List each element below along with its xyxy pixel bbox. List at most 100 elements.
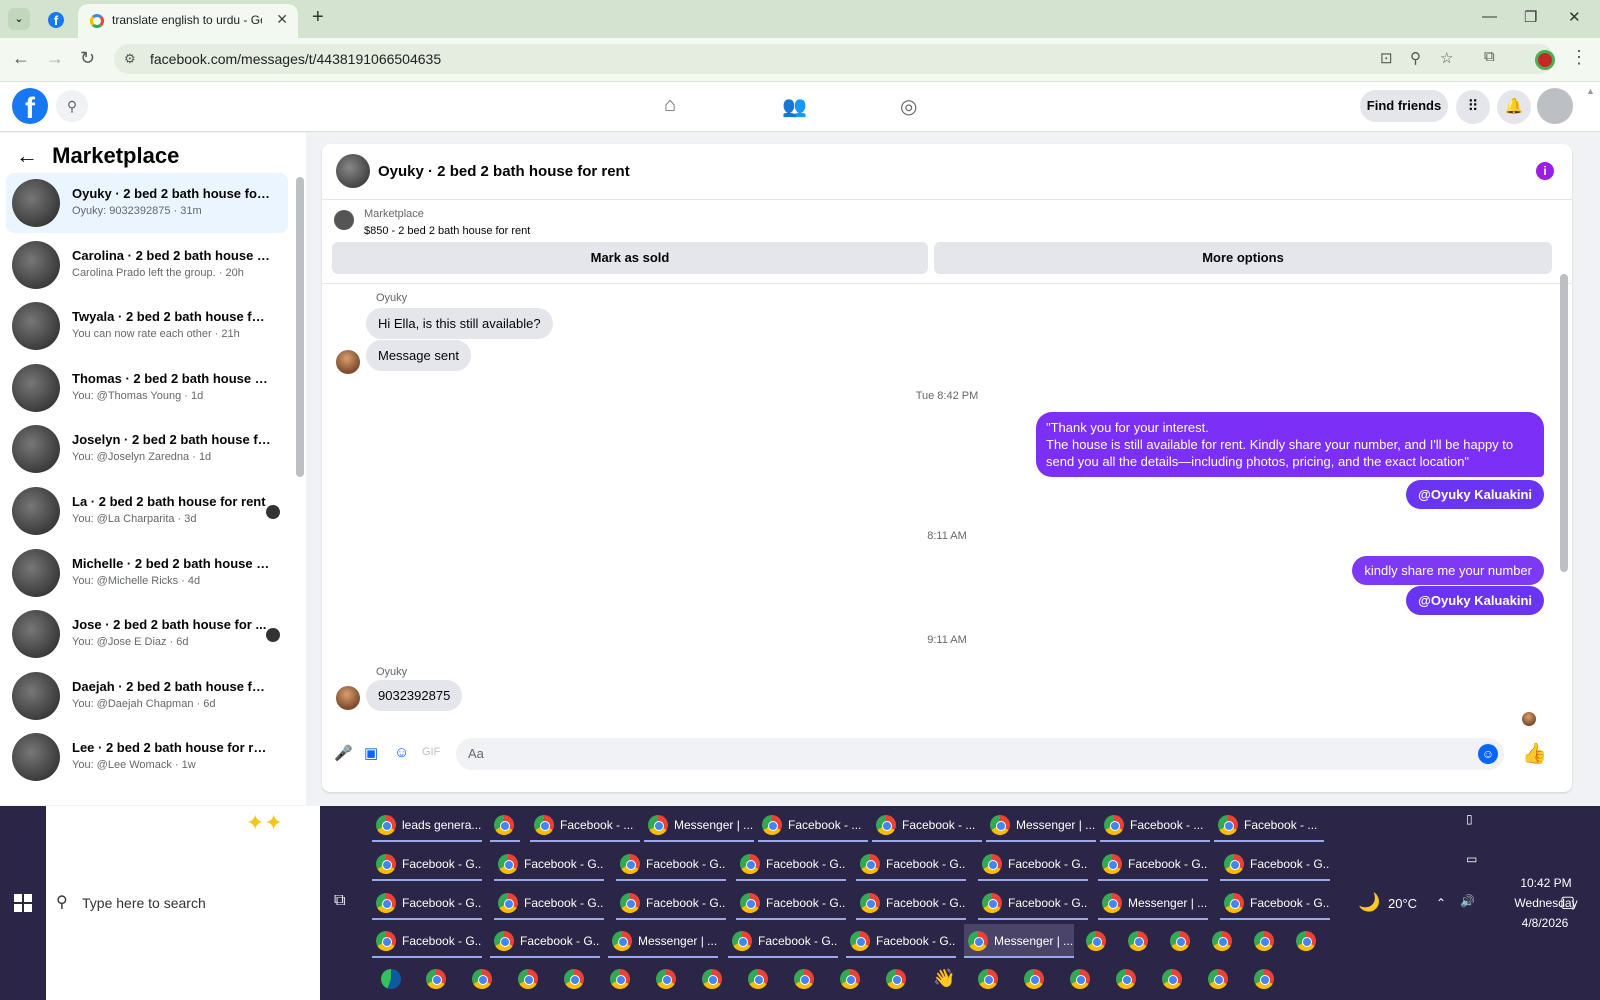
back-arrow-icon[interactable]: ← [16,143,38,168]
taskbar-window[interactable]: Facebook - G... [372,847,482,881]
conversation-item[interactable]: Joselyn · 2 bed 2 bath house for... You: … [6,419,288,479]
taskbar-window[interactable]: Messenger | ... [1098,886,1208,920]
taskbar-search-box[interactable]: ✦✦ ⚲ Type here to search [46,806,320,1000]
omnibox[interactable]: ⚙ facebook.com/messages/t/44381910665046… [114,44,1554,74]
taskbar-window[interactable]: Facebook - G... [736,847,846,881]
conversation-item[interactable]: Lee · 2 bed 2 bath house for rent You: @L… [6,727,288,787]
incoming-message[interactable]: Hi Ella, is this still available? [366,308,553,339]
more-options-button[interactable]: More options [934,242,1552,274]
gif-icon[interactable]: GIF [422,746,440,758]
tray-chevron-icon[interactable]: ⌃ [1436,896,1446,910]
groups-icon[interactable]: ◎ [900,94,917,119]
back-arrow-icon[interactable]: ← [12,48,30,69]
taskbar-window[interactable]: Facebook - G... [372,886,482,920]
taskbar-window[interactable]: Facebook - G... [736,886,846,920]
chrome-pinned-button[interactable] [422,962,452,996]
chat-scrollbar[interactable] [1560,274,1568,572]
sender-avatar[interactable] [336,686,360,710]
friends-icon[interactable]: 👥 [782,94,807,119]
taskbar-window[interactable]: Facebook - G... [1098,847,1208,881]
conversation-item[interactable]: La · 2 bed 2 bath house for rent You: @La… [6,481,288,541]
sender-avatar[interactable] [336,350,360,374]
tab-close-icon[interactable]: ✕ [276,11,288,28]
taskbar-window[interactable]: Messenger | ... [608,924,718,958]
account-avatar[interactable] [1537,88,1573,124]
chrome-pinned-button[interactable] [836,962,866,996]
site-info-icon[interactable]: ⚙ [124,51,136,67]
taskbar-window[interactable]: Facebook - G... [856,847,966,881]
url-text[interactable]: facebook.com/messages/t/4438191066504635 [150,51,441,67]
taskbar-chrome-button[interactable] [1166,924,1196,958]
tab-facebook[interactable]: f [38,6,72,34]
outgoing-message[interactable]: kindly share me your number [1352,556,1544,585]
taskbar-window[interactable]: Facebook - G... [978,886,1088,920]
taskbar-chrome-button[interactable] [1292,924,1322,958]
chrome-pinned-button[interactable] [1112,962,1142,996]
sidebar-scrollbar[interactable] [296,177,304,477]
reload-icon[interactable]: ↻ [80,48,95,69]
tab-google-translate[interactable]: translate english to urdu - Goo ✕ [78,4,298,38]
chrome-pinned-button[interactable] [882,962,912,996]
chrome-pinned-button[interactable] [514,962,544,996]
taskbar-window[interactable]: Facebook - G... [494,886,604,920]
task-view-icon[interactable]: ⧉ [334,892,345,910]
conversation-item[interactable]: Thomas · 2 bed 2 bath house fo... You: @T… [6,358,288,418]
home-icon[interactable]: ⌂ [664,94,676,117]
minimize-button[interactable]: — [1482,8,1497,25]
pinned-app-button[interactable]: 👋 [928,962,958,996]
chrome-pinned-button[interactable] [1066,962,1096,996]
taskbar-window[interactable]: Messenger | ... [986,808,1096,842]
search-icon[interactable]: ⚲ [56,90,88,122]
install-app-icon[interactable]: ⊡ [1380,49,1393,67]
photo-icon[interactable]: ▣ [364,744,378,762]
message-input[interactable]: Aa ☺ [456,738,1504,770]
taskbar-window[interactable]: Facebook - G... [616,886,726,920]
chrome-pinned-button[interactable] [1250,962,1280,996]
volume-icon[interactable]: 🔊 [1460,894,1475,908]
taskbar-chrome-button[interactable] [1124,924,1154,958]
chrome-pinned-button[interactable] [1158,962,1188,996]
listing-price[interactable]: $850 - 2 bed 2 bath house for rent [364,225,530,237]
conversation-item[interactable]: Jose · 2 bed 2 bath house for ... You: @J… [6,604,288,664]
taskbar-window[interactable]: Facebook - ... [1100,808,1210,842]
mark-as-sold-button[interactable]: Mark as sold [332,242,928,274]
microphone-icon[interactable]: 🎤 [334,744,353,762]
chrome-pinned-button[interactable] [698,962,728,996]
chrome-pinned-button[interactable] [1204,962,1234,996]
chrome-pinned-button[interactable] [1020,962,1050,996]
extensions-icon[interactable]: ⧉ [1484,48,1495,65]
taskbar-window[interactable]: Facebook - ... [758,808,868,842]
find-friends-button[interactable]: Find friends [1360,90,1448,122]
close-window-button[interactable]: ✕ [1568,8,1581,26]
tray-device-icon[interactable]: ▯ [1466,812,1473,826]
emoji-icon[interactable]: ☺ [1478,744,1498,764]
outgoing-message[interactable]: "Thank you for your interest. The house … [1036,412,1544,477]
chrome-pinned-button[interactable] [468,962,498,996]
taskbar-window[interactable]: Facebook - G... [494,847,604,881]
menu-grid-icon[interactable]: ⠿ [1456,90,1490,124]
info-icon[interactable]: i [1536,162,1554,180]
tab-search-dropdown[interactable]: ⌄ [8,8,30,30]
taskbar-window[interactable]: Facebook - G... [616,847,726,881]
taskbar-window[interactable]: Facebook - G... [728,924,838,958]
taskbar-chrome-button[interactable] [1082,924,1112,958]
taskbar-window[interactable]: Messenger | ... [644,808,754,842]
taskbar-chrome-button[interactable] [1208,924,1238,958]
profile-avatar-icon[interactable] [1535,50,1555,70]
conversation-item[interactable]: Twyala · 2 bed 2 bath house for ... You c… [6,296,288,356]
tray-display-icon[interactable]: ▭ [1466,852,1477,866]
taskbar-window[interactable]: Facebook - G... [846,924,956,958]
incoming-message[interactable]: 9032392875 [366,680,463,711]
chrome-pinned-button[interactable] [652,962,682,996]
notifications-icon[interactable]: ▢ [1560,892,1575,912]
taskbar-window[interactable]: Facebook - G... [978,847,1088,881]
taskbar-window[interactable]: Facebook - ... [530,808,640,842]
taskbar-window[interactable]: Facebook - ... [872,808,982,842]
clock-time[interactable]: 10:42 PM [1518,876,1574,890]
taskbar-window[interactable]: Facebook - G... [1220,886,1330,920]
chrome-pinned-button[interactable] [974,962,1004,996]
taskbar-window[interactable] [490,808,520,842]
outgoing-mention[interactable]: @Oyuky Kaluakini [1406,586,1544,615]
taskbar-window[interactable]: Facebook - G... [490,924,600,958]
like-thumb-icon[interactable]: 👍 [1522,741,1547,766]
